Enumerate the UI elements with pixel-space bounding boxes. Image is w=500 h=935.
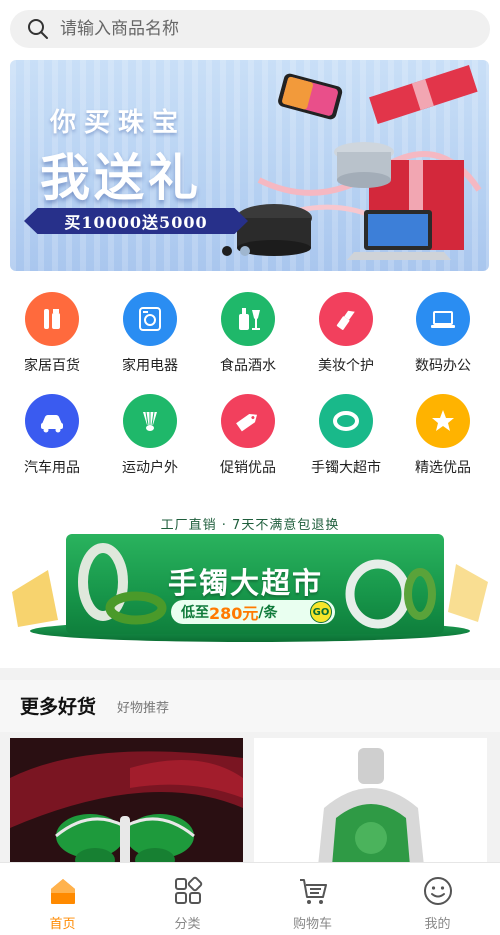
go-button[interactable]: GO	[310, 601, 332, 623]
recommend-header: 更多好货 好物推荐	[0, 680, 500, 732]
category-label: 运动户外	[122, 460, 178, 476]
gift-box-illustration	[236, 64, 482, 260]
tab-label: 我的	[424, 917, 451, 932]
product-image-butterfly-pendant	[10, 738, 243, 866]
tab-profile[interactable]: 我的	[375, 863, 500, 935]
category-label: 促销优品	[220, 460, 276, 476]
cart-icon	[299, 879, 327, 904]
washing-machine-icon	[123, 292, 177, 346]
category-label: 数码办公	[415, 358, 471, 374]
category-selected[interactable]: 精选优品	[395, 394, 491, 477]
section-divider	[0, 668, 500, 680]
banner-headline-2: 我送礼	[40, 148, 202, 207]
product-image-jade-buddha-pendant	[254, 738, 487, 866]
carousel-indicator[interactable]	[222, 246, 250, 256]
banner-promo-label: 买10000送5000	[24, 208, 248, 234]
search-box[interactable]	[10, 10, 490, 48]
carousel-dot-2[interactable]	[240, 246, 250, 256]
lipstick-icon	[319, 292, 373, 346]
category-label: 美妆个护	[318, 358, 374, 374]
price-suffix: /条	[258, 605, 278, 621]
sale-tag-icon	[221, 394, 275, 448]
bracelet-market-banner[interactable]: 工厂直销 · 7天不满意包退换 手镯大超市 低至 280元 /条 GO	[8, 512, 492, 652]
search-icon	[28, 19, 48, 39]
category-auto[interactable]: 汽车用品	[4, 394, 100, 477]
category-food-drinks[interactable]: 食品酒水	[200, 292, 296, 375]
tab-cart[interactable]: 购物车	[250, 863, 375, 935]
category-sports[interactable]: 运动户外	[102, 394, 198, 477]
car-icon	[25, 394, 79, 448]
bottom-tab-bar: 首页 分类 购物车 我的	[0, 862, 500, 935]
category-beauty[interactable]: 美妆个护	[298, 292, 394, 375]
product-card[interactable]	[254, 738, 487, 866]
bracelet-icon	[319, 394, 373, 448]
product-list	[0, 732, 500, 866]
banner-headline-1: 你买珠宝	[50, 108, 187, 138]
search-bar[interactable]	[10, 10, 490, 48]
bracelet-banner-title: 手镯大超市	[168, 566, 324, 600]
tab-home[interactable]: 首页	[0, 863, 125, 935]
home-goods-icon	[25, 292, 79, 346]
tab-label: 首页	[49, 917, 76, 932]
category-label: 家居百货	[24, 358, 80, 374]
tab-label: 购物车	[292, 917, 332, 932]
category-appliances[interactable]: 家用电器	[102, 292, 198, 375]
category-icon	[174, 876, 202, 904]
tab-category[interactable]: 分类	[125, 863, 250, 935]
category-label: 汽车用品	[24, 460, 80, 476]
price-value: 280元	[209, 604, 259, 623]
promo-banner[interactable]: 你买珠宝 我送礼 买10000送5000	[10, 60, 489, 271]
carousel-dot-1[interactable]	[222, 246, 232, 256]
category-label: 家用电器	[122, 358, 178, 374]
section-title: 更多好货	[20, 696, 97, 718]
price-prefix: 低至	[181, 605, 209, 621]
category-label: 精选优品	[415, 460, 471, 476]
badminton-icon	[123, 394, 177, 448]
home-icon	[50, 879, 75, 904]
category-sale[interactable]: 促销优品	[200, 394, 296, 477]
laptop-icon	[416, 292, 470, 346]
category-home-goods[interactable]: 家居百货	[4, 292, 100, 375]
wine-bottle-icon	[221, 292, 275, 346]
search-input[interactable]	[60, 19, 440, 39]
category-bracelet-market[interactable]: 手镯大超市	[298, 394, 394, 477]
star-icon	[416, 394, 470, 448]
category-label: 手镯大超市	[311, 460, 381, 476]
product-card[interactable]	[10, 738, 243, 866]
category-label: 食品酒水	[220, 358, 276, 374]
profile-icon	[423, 877, 452, 905]
category-digital[interactable]: 数码办公	[395, 292, 491, 375]
section-subtitle: 好物推荐	[117, 701, 170, 716]
tab-label: 分类	[174, 917, 201, 932]
